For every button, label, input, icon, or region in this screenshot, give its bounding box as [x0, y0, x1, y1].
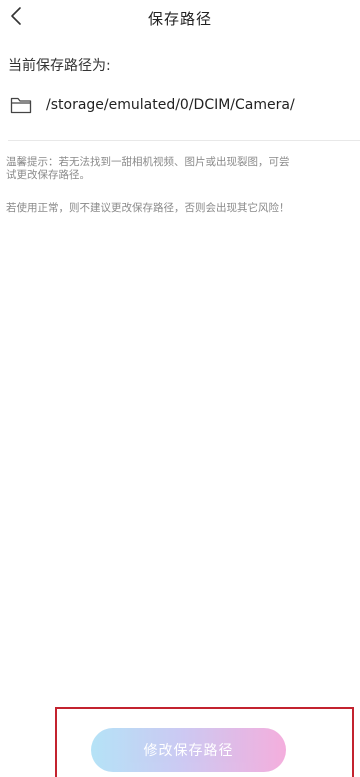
current-path-row: /storage/emulated/0/DCIM/Camera/	[10, 92, 360, 118]
folder-icon	[10, 96, 32, 114]
tip-line-2: 试更改保存路径。	[6, 168, 90, 181]
current-path-label: 当前保存路径为:	[8, 58, 111, 74]
tip-advice: 若使用正常，则不建议更改保存路径，否则会出现其它风险！	[6, 202, 360, 215]
page-title: 保存路径	[147, 10, 212, 28]
current-path-value: /storage/emulated/0/DCIM/Camera/	[46, 97, 295, 113]
header: 保存路径	[0, 0, 360, 36]
tip-line-1: 温馨提示：若无法找到一甜相机视频、图片或出现裂图，可尝	[6, 156, 290, 168]
save-path-page: 保存路径 当前保存路径为: /storage/emulated/0/DCIM/C…	[0, 0, 360, 777]
divider	[8, 140, 360, 141]
tip-warning: 温馨提示：若无法找到一甜相机视频、图片或出现裂图，可尝 试更改保存路径。	[6, 156, 360, 181]
modify-save-path-button[interactable]: 修改保存路径	[91, 728, 286, 772]
tip-advice-text: 若使用正常，则不建议更改保存路径，否则会出现其它风险！	[6, 202, 290, 214]
